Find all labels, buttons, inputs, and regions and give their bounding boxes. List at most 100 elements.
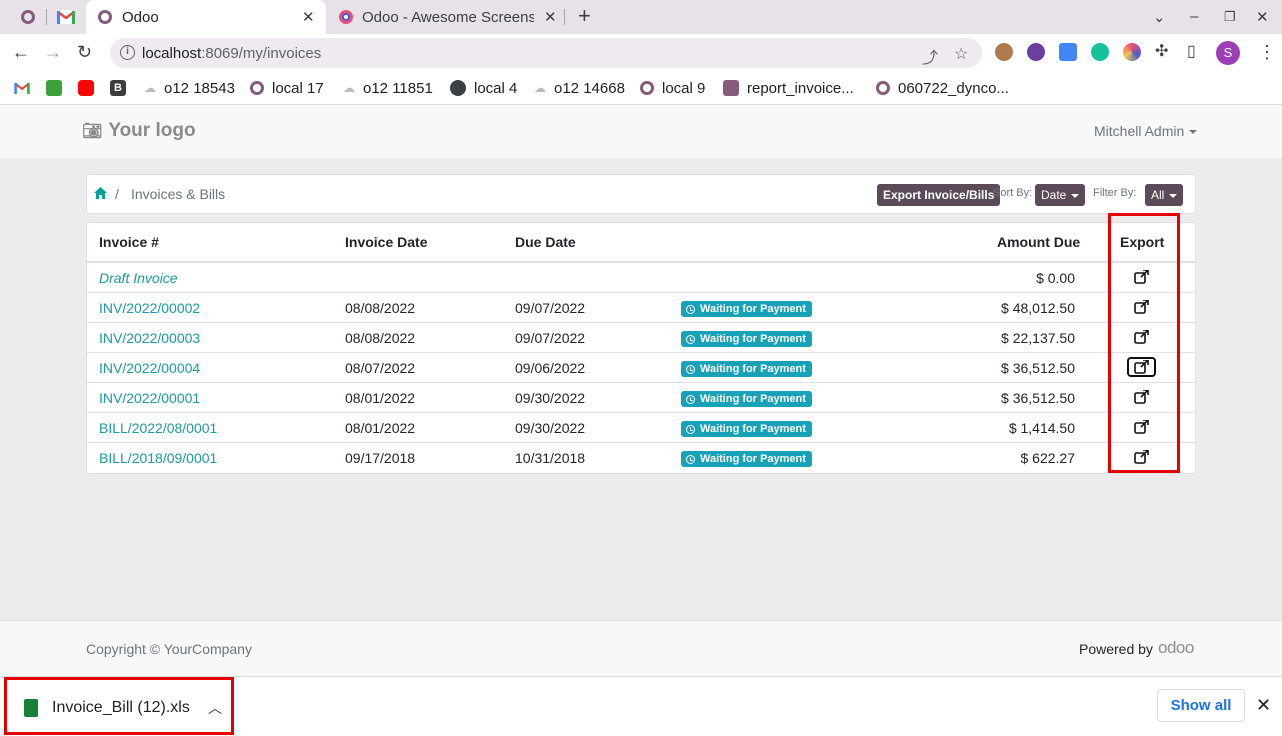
tab-title-awesome: Odoo - Awesome Screensh — [362, 9, 534, 26]
sort-by-dropdown[interactable]: Date — [1035, 184, 1086, 206]
maximize-icon[interactable]: ❐ — [1224, 9, 1236, 25]
odoo-icon — [876, 81, 890, 95]
due-date: 09/30/2022 — [515, 420, 586, 436]
caret-down-icon — [1189, 130, 1198, 135]
tab-odoo-pinned[interactable] — [10, 4, 46, 30]
caret-down-icon — [1071, 193, 1080, 198]
status-badge: Waiting for Payment — [681, 391, 812, 407]
close-tab-icon[interactable]: ✕ — [302, 8, 315, 26]
browser-toolbar: ← → ↻ i localhost:8069/my/invoices ⤴ ☆ ✣… — [0, 34, 1282, 72]
show-all-downloads-button[interactable]: Show all — [1157, 689, 1245, 722]
clock-icon — [686, 304, 695, 314]
table-row: INV/2022/00001 08/01/2022 09/30/2022 Waitin… — [87, 383, 1195, 413]
globe-icon — [450, 80, 466, 96]
close-window-icon[interactable]: ✕ — [1256, 8, 1269, 26]
translate-extension-icon[interactable] — [1059, 43, 1077, 61]
invoices-table: Invoice # Invoice Date Due Date Amount D… — [86, 222, 1196, 474]
side-panel-icon[interactable]: ▯ — [1187, 42, 1196, 62]
reload-icon[interactable]: ↻ — [77, 42, 92, 62]
browser-tab-strip: Odoo ✕ Odoo - Awesome Screensh ✕ + ⌄ – ❐… — [0, 0, 1282, 34]
filter-by-dropdown[interactable]: All — [1145, 184, 1184, 206]
camera-icon: 📷︎ — [82, 123, 103, 140]
invoice-number-link[interactable]: INV/2022/00001 — [99, 390, 200, 406]
invoice-number-link[interactable]: BILL/2018/09/0001 — [99, 450, 217, 466]
profile-avatar[interactable]: S — [1216, 41, 1240, 65]
extensions-puzzle-icon[interactable]: ✣ — [1155, 42, 1168, 62]
bookmark-youtube[interactable] — [78, 78, 102, 98]
back-icon[interactable]: ← — [12, 42, 30, 62]
table-row: INV/2022/00003 08/08/2022 09/07/2022 Waitin… — [87, 323, 1195, 353]
status-text: Waiting for Payment — [700, 303, 806, 315]
sort-by-label: Sort By: — [993, 187, 1033, 199]
user-name: Mitchell Admin — [1094, 123, 1185, 139]
table-row: INV/2022/00002 08/08/2022 09/07/2022 Waitin… — [87, 293, 1195, 323]
caret-down-icon — [1169, 193, 1178, 198]
bookmark-o12-11851[interactable]: ☁ o12 11851 — [343, 78, 433, 98]
amount-due: $ 22,137.50 — [1001, 330, 1075, 346]
amount-due: $ 48,012.50 — [1001, 300, 1075, 316]
column-header-invoice-date[interactable]: Invoice Date — [345, 234, 427, 250]
invoice-number-link[interactable]: INV/2022/00004 — [99, 360, 200, 376]
new-tab-button[interactable]: + — [578, 5, 591, 27]
close-tab-icon[interactable]: ✕ — [544, 8, 557, 26]
export-column-highlight — [1108, 213, 1180, 473]
bookmark-green[interactable] — [46, 78, 70, 98]
chevron-up-icon[interactable]: ︿ — [208, 698, 222, 718]
user-menu[interactable]: Mitchell Admin — [1094, 123, 1198, 139]
status-badge: Waiting for Payment — [681, 451, 812, 467]
tab-search-chevron-icon[interactable]: ⌄ — [1153, 8, 1166, 26]
chrome-menu-icon[interactable]: ⋮ — [1258, 42, 1276, 63]
tab-gmail[interactable] — [48, 4, 84, 30]
invoice-number-link[interactable]: INV/2022/00002 — [99, 300, 200, 316]
grammarly-extension-icon[interactable] — [1091, 43, 1109, 61]
bookmark-star-icon[interactable]: ☆ — [954, 44, 968, 64]
invoice-number-link[interactable]: BILL/2022/08/0001 — [99, 420, 217, 436]
forward-icon[interactable]: → — [44, 42, 62, 62]
spy-extension-icon[interactable] — [995, 43, 1013, 61]
bookmark-local-9[interactable]: local 9 — [640, 78, 705, 98]
export-invoice-bills-button[interactable]: Export Invoice/Bills — [877, 184, 1001, 206]
tab-awesome-screenshot[interactable] — [334, 4, 358, 30]
bookmark-o12-18543[interactable]: ☁ o12 18543 — [144, 78, 235, 98]
cloud-icon: ☁ — [343, 81, 355, 95]
bookmark-gmail[interactable] — [14, 78, 30, 98]
due-date: 10/31/2018 — [515, 450, 586, 466]
bookmark-060722-dynco[interactable]: 060722_dynco... — [876, 78, 1009, 98]
minimize-icon[interactable]: – — [1190, 8, 1198, 25]
site-info-icon[interactable]: i — [120, 45, 135, 60]
spreadsheet-file-icon — [24, 699, 38, 717]
bookmark-local-17[interactable]: local 17 — [250, 78, 324, 98]
address-bar[interactable]: i localhost:8069/my/invoices ⤴ ☆ — [110, 38, 982, 68]
awesome-screenshot-extension-icon[interactable] — [1123, 43, 1141, 61]
download-item[interactable]: Invoice_Bill (12).xls ︿ — [4, 677, 234, 735]
bookmark-o12-14668[interactable]: ☁ o12 14668 — [534, 78, 625, 98]
purple-extension-icon[interactable] — [1027, 43, 1045, 61]
company-logo[interactable]: 📷︎ Your logo — [82, 120, 196, 142]
portal-footer: Copyright © YourCompany Powered by odoo — [0, 620, 1282, 676]
logo-text: Your logo — [108, 120, 196, 141]
odoo-brand-logo[interactable]: odoo — [1158, 638, 1194, 658]
column-header-invoice-number[interactable]: Invoice # — [99, 234, 159, 250]
youtube-icon — [78, 80, 94, 96]
status-badge: Waiting for Payment — [681, 421, 812, 437]
column-header-due-date[interactable]: Due Date — [515, 234, 576, 250]
bookmark-bootstrap[interactable]: B — [110, 78, 134, 98]
status-text: Waiting for Payment — [700, 423, 806, 435]
invoice-date: 08/08/2022 — [345, 300, 416, 316]
home-icon[interactable] — [94, 187, 107, 202]
tab-separator — [46, 9, 47, 25]
share-icon[interactable]: ⤴ — [922, 44, 938, 68]
download-file-name: Invoice_Bill (12).xls — [52, 699, 190, 716]
tab-odoo-active[interactable]: Odoo ✕ — [86, 0, 326, 34]
column-header-amount-due[interactable]: Amount Due — [997, 234, 1080, 250]
odoo-square-icon — [723, 80, 739, 96]
status-badge: Waiting for Payment — [681, 361, 812, 377]
status-text: Waiting for Payment — [700, 453, 806, 465]
bookmark-report-invoice[interactable]: report_invoice... — [723, 78, 854, 98]
close-download-shelf-icon[interactable]: ✕ — [1256, 695, 1271, 716]
breadcrumb-current: Invoices & Bills — [131, 186, 226, 202]
bookmark-local-4[interactable]: local 4 — [450, 78, 517, 98]
invoice-number-link[interactable]: Draft Invoice — [99, 270, 178, 286]
invoice-number-link[interactable]: INV/2022/00003 — [99, 330, 200, 346]
download-shelf: Invoice_Bill (12).xls ︿ Show all ✕ — [0, 676, 1282, 736]
